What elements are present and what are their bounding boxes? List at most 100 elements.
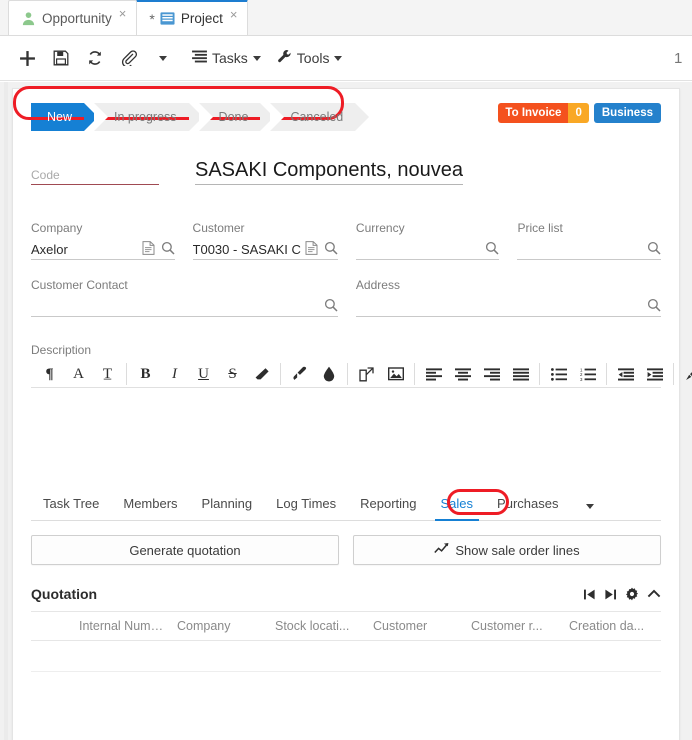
gear-icon[interactable] xyxy=(625,587,639,601)
editor-group-insert xyxy=(348,363,415,385)
insert-link-icon[interactable] xyxy=(352,363,381,385)
tab-task-tree[interactable]: Task Tree xyxy=(31,488,111,520)
record-pager[interactable]: 1 xyxy=(674,50,682,67)
search-icon[interactable] xyxy=(647,241,661,258)
outdent-icon[interactable] xyxy=(611,363,640,385)
background-color-icon[interactable] xyxy=(314,363,343,385)
insert-image-icon[interactable] xyxy=(381,363,410,385)
column-customer-reference[interactable]: Customer r... xyxy=(465,619,563,633)
editor-group-color xyxy=(281,363,348,385)
close-icon[interactable]: × xyxy=(119,7,127,20)
code-field[interactable]: Code xyxy=(31,167,159,185)
badge-group: To Invoice 0 Business xyxy=(498,103,661,123)
tab-reporting[interactable]: Reporting xyxy=(348,488,428,520)
window-tab-opportunity[interactable]: Opportunity × xyxy=(8,0,138,35)
tab-sales[interactable]: Sales xyxy=(429,488,486,521)
wrench-icon xyxy=(277,49,292,67)
tab-log-times[interactable]: Log Times xyxy=(264,488,348,520)
close-icon[interactable]: × xyxy=(230,8,238,21)
column-stock-location[interactable]: Stock locati... xyxy=(269,619,367,633)
text-color-icon[interactable] xyxy=(285,363,314,385)
paragraph-style-icon[interactable]: ¶ xyxy=(35,363,64,385)
customer-contact-field[interactable]: Customer Contact xyxy=(31,278,338,317)
document-icon[interactable] xyxy=(305,240,318,258)
status-step-in-progress[interactable]: In progress xyxy=(94,103,203,131)
tab-purchases[interactable]: Purchases xyxy=(485,488,570,520)
bottom-tab-bar: Task Tree Members Planning Log Times Rep… xyxy=(31,488,661,521)
search-icon[interactable] xyxy=(485,241,499,258)
generate-quotation-label: Generate quotation xyxy=(129,542,241,558)
editor-group-paragraph: ¶ A T̲ xyxy=(31,363,127,385)
font-size-icon[interactable]: T̲ xyxy=(93,363,122,385)
quotation-panel-header: Quotation xyxy=(31,581,661,607)
description-editor-body[interactable] xyxy=(31,388,661,484)
status-step-done[interactable]: Done xyxy=(198,103,275,131)
to-invoice-badge-label: To Invoice xyxy=(498,103,569,123)
business-badge[interactable]: Business xyxy=(593,103,661,123)
italic-icon[interactable]: I xyxy=(160,363,189,385)
column-creation-date[interactable]: Creation da... xyxy=(563,619,661,633)
last-page-icon[interactable] xyxy=(604,588,617,601)
new-record-button[interactable] xyxy=(10,41,44,75)
bold-icon[interactable]: B xyxy=(131,363,160,385)
tools-menu[interactable]: Tools xyxy=(269,41,351,75)
tools-menu-label: Tools xyxy=(296,50,330,66)
align-justify-icon[interactable] xyxy=(506,363,535,385)
editor-group-indent xyxy=(607,363,674,385)
status-step-canceled[interactable]: Canceled xyxy=(270,103,370,131)
quotation-panel: Quotation Internal Numb... Company Stock… xyxy=(31,581,661,700)
refresh-button[interactable] xyxy=(78,41,112,75)
tasks-icon xyxy=(192,50,207,66)
align-right-icon[interactable] xyxy=(477,363,506,385)
column-customer[interactable]: Customer xyxy=(367,619,465,633)
clear-format-icon[interactable] xyxy=(247,363,276,385)
font-family-icon[interactable]: A xyxy=(64,363,93,385)
tab-planning[interactable]: Planning xyxy=(190,488,265,520)
document-icon[interactable] xyxy=(142,240,155,258)
address-field[interactable]: Address xyxy=(355,278,661,317)
chart-line-icon xyxy=(434,542,449,558)
tab-members[interactable]: Members xyxy=(111,488,189,520)
column-internal-number[interactable]: Internal Numb... xyxy=(73,619,171,633)
save-button[interactable] xyxy=(44,41,78,75)
customer-field[interactable]: Customer T0030 - SASAKI C xyxy=(192,221,338,260)
attachment-button[interactable] xyxy=(112,41,146,75)
search-icon[interactable] xyxy=(647,298,661,315)
align-center-icon[interactable] xyxy=(448,363,477,385)
status-row: New In progress Done Canceled To Invoice… xyxy=(31,103,661,133)
bottom-tabs-more-button[interactable] xyxy=(576,497,604,512)
title-row: Code SASAKI Components, nouveau xyxy=(31,155,661,185)
description-field: Description ¶ A T̲ B I U S 1 2 3 xyxy=(31,343,692,484)
show-sale-order-lines-button[interactable]: Show sale order lines xyxy=(353,535,661,565)
format-painter-icon[interactable] xyxy=(678,363,692,385)
tasks-menu[interactable]: Tasks xyxy=(184,41,269,75)
description-label: Description xyxy=(31,343,92,357)
status-step-label: In progress xyxy=(114,110,177,124)
table-row[interactable] xyxy=(31,641,661,672)
align-left-icon[interactable] xyxy=(419,363,448,385)
column-company[interactable]: Company xyxy=(171,619,269,633)
more-dropdown-button[interactable] xyxy=(146,41,180,75)
search-icon[interactable] xyxy=(161,241,175,258)
to-invoice-badge[interactable]: To Invoice 0 xyxy=(498,103,589,123)
strikethrough-icon[interactable]: S xyxy=(218,363,247,385)
company-field[interactable]: Company Axelor xyxy=(31,221,175,260)
underline-icon[interactable]: U xyxy=(189,363,218,385)
generate-quotation-button[interactable]: Generate quotation xyxy=(31,535,339,565)
search-icon[interactable] xyxy=(324,241,338,258)
project-name-field[interactable]: SASAKI Components, nouveau xyxy=(195,159,463,185)
first-page-icon[interactable] xyxy=(583,588,596,601)
field-label: Address xyxy=(355,278,400,292)
price-list-field[interactable]: Price list xyxy=(517,221,661,260)
status-step-new[interactable]: New xyxy=(31,103,99,131)
tasks-menu-label: Tasks xyxy=(212,50,248,66)
indent-icon[interactable] xyxy=(640,363,669,385)
svg-text:3: 3 xyxy=(580,377,583,381)
currency-field[interactable]: Currency xyxy=(355,221,500,260)
vertical-scrollbar[interactable] xyxy=(0,82,10,740)
search-icon[interactable] xyxy=(324,298,338,315)
collapse-icon[interactable] xyxy=(647,589,661,599)
unordered-list-icon[interactable] xyxy=(544,363,573,385)
ordered-list-icon[interactable]: 123 xyxy=(573,363,602,385)
window-tab-project[interactable]: * Project × xyxy=(136,0,249,35)
